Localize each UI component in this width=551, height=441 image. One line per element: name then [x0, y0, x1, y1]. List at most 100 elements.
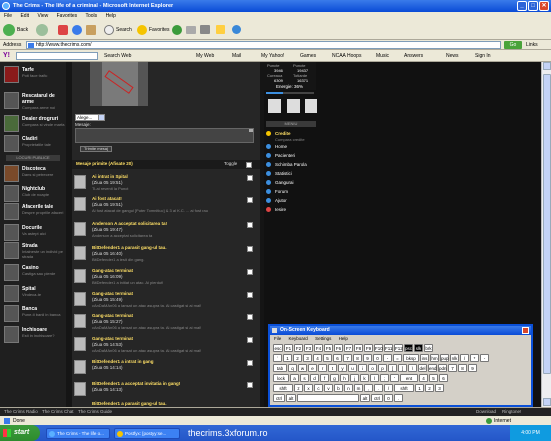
osk-key[interactable]: ,: [364, 384, 373, 392]
menu-gangurai[interactable]: Gangurai: [264, 178, 316, 187]
nav-item-inchisoare[interactable]: Inchisoare Esti in inchisoare?: [2, 324, 66, 346]
osk-key[interactable]: -: [480, 354, 489, 362]
go-button[interactable]: Go: [504, 41, 522, 49]
osk-key[interactable]: b: [334, 384, 343, 392]
osk-key[interactable]: /: [460, 354, 469, 362]
footer-link-radio[interactable]: The Crims Radio: [4, 409, 38, 414]
osk-key[interactable]: 4: [419, 374, 428, 382]
osk-key[interactable]: alt: [286, 394, 296, 402]
osk-key[interactable]: slk: [414, 344, 423, 352]
osk-key[interactable]: psc: [404, 344, 413, 352]
osk-key[interactable]: g: [330, 374, 339, 382]
yahoo-search-input[interactable]: [16, 52, 98, 60]
osk-key[interactable]: j: [350, 374, 359, 382]
osk-key[interactable]: 3: [435, 384, 444, 392]
news-link[interactable]: News: [446, 50, 459, 62]
osk-key[interactable]: -: [383, 354, 392, 362]
menu-ajutor[interactable]: Ajutor: [264, 196, 316, 205]
osk-key[interactable]: del: [418, 364, 427, 372]
osk-key[interactable]: d: [310, 374, 319, 382]
toggle-all-checkbox[interactable]: [246, 162, 252, 168]
osk-key[interactable]: i: [358, 364, 367, 372]
osk-key[interactable]: h: [340, 374, 349, 382]
scroll-thumb[interactable]: [543, 74, 551, 374]
osk-key[interactable]: ]: [398, 364, 407, 372]
search-web-button[interactable]: Search Web: [104, 50, 131, 62]
nav-item-spital[interactable]: Spital Vindeca-te: [2, 283, 66, 305]
message-checkbox[interactable]: [247, 269, 253, 275]
ncaa-link[interactable]: NCAA Hoops: [332, 50, 361, 62]
osk-key[interactable]: 9: [468, 364, 477, 372]
message-item[interactable]: Gang-atac terminat (Ziua 05 14:53) cAnDa…: [74, 334, 258, 359]
osk-key[interactable]: ctrl: [371, 394, 383, 402]
yahoo-logo-icon[interactable]: Y!: [3, 50, 10, 62]
music-link[interactable]: Music: [376, 50, 389, 62]
history-button[interactable]: [172, 23, 184, 37]
maximize-button[interactable]: □: [528, 1, 538, 11]
osk-key[interactable]: shft: [394, 384, 414, 392]
osk-key[interactable]: F10: [374, 344, 383, 352]
menu-pacienteri[interactable]: Pacienteri: [264, 151, 316, 160]
osk-key[interactable]: alt: [360, 394, 370, 402]
sign-in-link[interactable]: Sign In: [475, 50, 491, 62]
menu-forum[interactable]: Forum: [264, 187, 316, 196]
gang-member-avatar[interactable]: [287, 99, 300, 113]
osk-key[interactable]: end: [428, 364, 437, 372]
ringtone-link[interactable]: Ringtone!: [502, 409, 521, 414]
mail-link[interactable]: Mail: [232, 50, 241, 62]
gang-member-avatar[interactable]: [305, 99, 317, 113]
games-link[interactable]: Games: [300, 50, 316, 62]
osk-key[interactable]: /: [384, 384, 393, 392]
osk-key[interactable]: 6: [439, 374, 448, 382]
osk-key[interactable]: u: [348, 364, 357, 372]
my-yahoo-link[interactable]: My Yahoo!: [261, 50, 284, 62]
osk-key[interactable]: F1: [284, 344, 293, 352]
osk-key[interactable]: 5: [323, 354, 332, 362]
osk-key[interactable]: 3: [303, 354, 312, 362]
osk-key[interactable]: \: [408, 364, 417, 372]
osk-key[interactable]: 1: [283, 354, 292, 362]
message-item[interactable]: BitDefender1 a intrat in gang (Ziua 05 1…: [74, 357, 258, 377]
nav-item-banca[interactable]: Banca Pune-ti banii in banca: [2, 303, 66, 325]
osk-key[interactable]: F5: [324, 344, 333, 352]
osk-key[interactable]: pup: [440, 354, 449, 362]
vertical-scrollbar[interactable]: [541, 62, 551, 407]
osk-key[interactable]: 4: [313, 354, 322, 362]
osk-key[interactable]: =: [393, 354, 402, 362]
message-checkbox[interactable]: [247, 314, 253, 320]
message-checkbox[interactable]: [247, 382, 253, 388]
message-checkbox[interactable]: [247, 292, 253, 298]
favorites-button[interactable]: Favorites: [137, 23, 170, 37]
message-item[interactable]: BitDefender1 a parasit gang-ul tau. (Ziu…: [74, 243, 258, 268]
osk-close-icon[interactable]: [522, 327, 529, 334]
stop-button[interactable]: [58, 23, 70, 37]
footer-link-chat[interactable]: The Crims Chat: [42, 409, 74, 414]
osk-key[interactable]: l: [370, 374, 379, 382]
osk-key[interactable]: o: [368, 364, 377, 372]
osk-key[interactable]: c: [314, 384, 323, 392]
osk-key[interactable]: nlk: [450, 354, 459, 362]
osk-key[interactable]: w: [298, 364, 307, 372]
osk-key[interactable]: brk: [424, 344, 433, 352]
osk-key[interactable]: p: [378, 364, 387, 372]
menu-file[interactable]: File: [4, 13, 12, 19]
answers-link[interactable]: Answers: [404, 50, 423, 62]
message-checkbox[interactable]: [247, 337, 253, 343]
nav-item-droguri[interactable]: Dealer drogruri Cumpara si vinde marfa: [2, 113, 66, 135]
osk-key[interactable]: m: [354, 384, 363, 392]
menu-schimba-parola[interactable]: Schimba Parola: [264, 160, 316, 169]
refresh-button[interactable]: [72, 23, 84, 37]
taskbar-item-postfyx[interactable]: Postfyx: [postyy:se...: [114, 428, 180, 439]
osk-key[interactable]: F8: [354, 344, 363, 352]
osk-key[interactable]: F4: [314, 344, 323, 352]
back-button[interactable]: Back: [3, 23, 28, 37]
messenger-button[interactable]: [232, 23, 243, 37]
menu-view[interactable]: View: [37, 13, 48, 19]
osk-key[interactable]: 7: [343, 354, 352, 362]
osk-key[interactable]: .: [394, 394, 403, 402]
message-checkbox[interactable]: [247, 246, 253, 252]
close-button[interactable]: ✕: [539, 1, 549, 11]
address-input[interactable]: http://www.thecrims.com/: [26, 41, 501, 49]
osk-key[interactable]: [297, 394, 359, 402]
osk-key[interactable]: F2: [294, 344, 303, 352]
